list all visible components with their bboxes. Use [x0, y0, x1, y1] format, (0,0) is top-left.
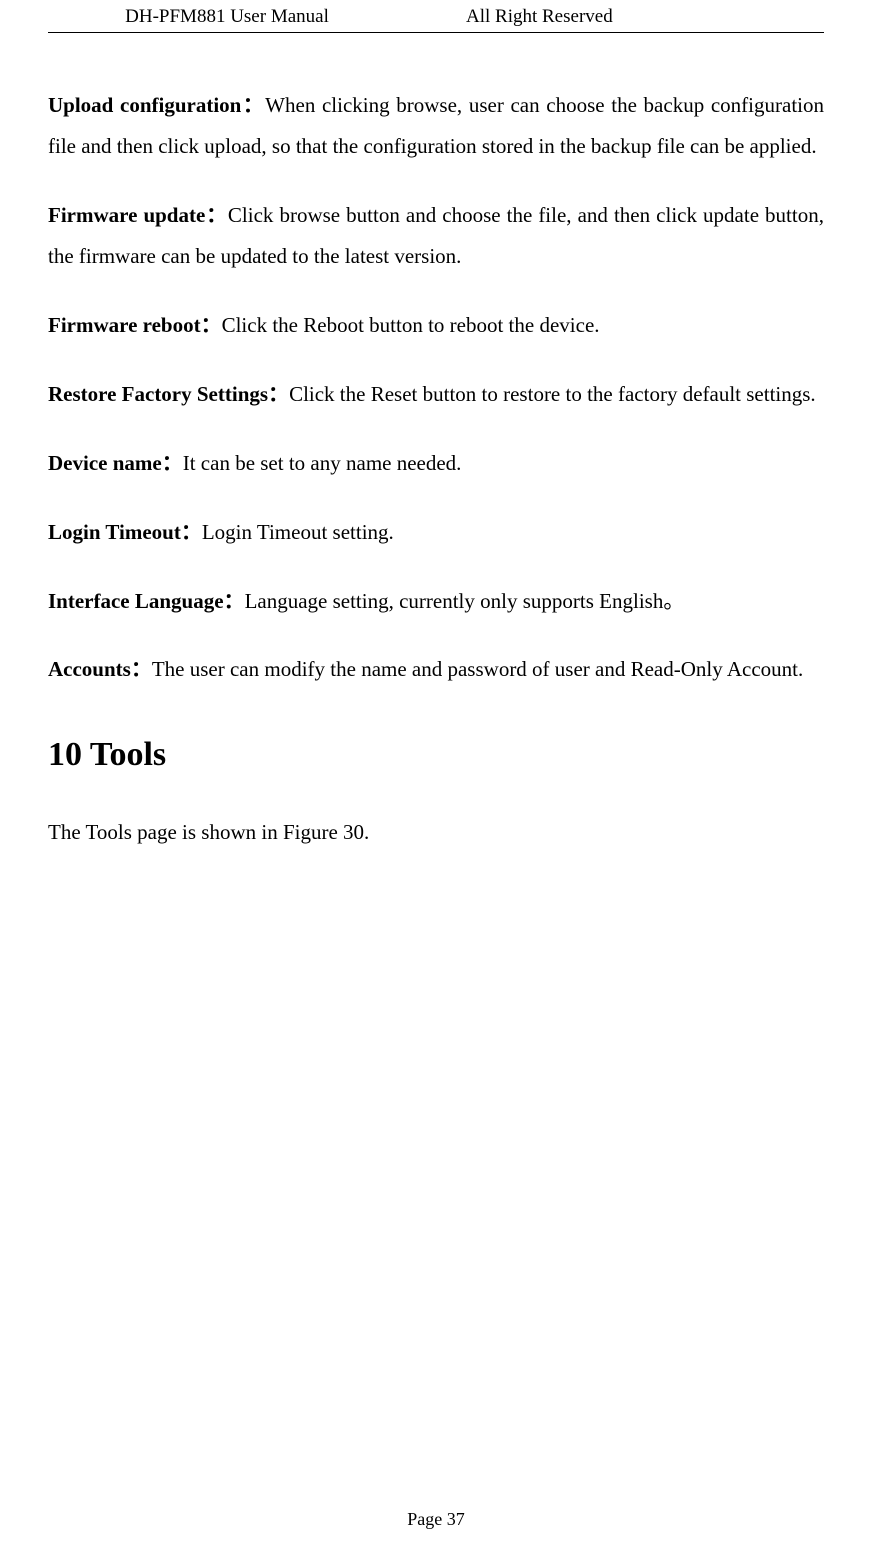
- paragraph-label: Firmware reboot：: [48, 313, 222, 337]
- header-title-left: DH-PFM881 User Manual: [48, 6, 436, 28]
- paragraph-restore-factory: Restore Factory Settings：Click the Reset…: [48, 374, 824, 415]
- header-title-right: All Right Reserved: [436, 6, 824, 28]
- section-intro-text: The Tools page is shown in Figure 30.: [48, 813, 824, 853]
- paragraph-device-name: Device name：It can be set to any name ne…: [48, 443, 824, 484]
- paragraph-firmware-reboot: Firmware reboot：Click the Reboot button …: [48, 305, 824, 346]
- paragraph-text: Language setting, currently only support…: [245, 589, 685, 613]
- paragraph-label: Interface Language：: [48, 589, 245, 613]
- paragraph-label: Upload configuration：: [48, 93, 265, 117]
- paragraph-text: Login Timeout setting.: [202, 520, 394, 544]
- paragraph-text: Click the Reboot button to reboot the de…: [222, 313, 600, 337]
- paragraph-accounts: Accounts：The user can modify the name an…: [48, 649, 824, 690]
- page-header: DH-PFM881 User Manual All Right Reserved: [48, 0, 824, 33]
- paragraph-label: Login Timeout：: [48, 520, 202, 544]
- paragraph-text: It can be set to any name needed.: [183, 451, 462, 475]
- paragraph-interface-language: Interface Language：Language setting, cur…: [48, 581, 824, 622]
- paragraph-upload-configuration: Upload configuration：When clicking brows…: [48, 85, 824, 167]
- section-heading-tools: 10 Tools: [48, 722, 824, 788]
- page-footer: Page 37: [48, 1509, 824, 1558]
- paragraph-text: Click the Reset button to restore to the…: [289, 382, 816, 406]
- paragraph-label: Restore Factory Settings：: [48, 382, 289, 406]
- paragraph-label: Device name：: [48, 451, 183, 475]
- paragraph-firmware-update: Firmware update：Click browse button and …: [48, 195, 824, 277]
- page-content: Upload configuration：When clicking brows…: [48, 33, 824, 1509]
- page-number: Page 37: [407, 1509, 465, 1529]
- paragraph-login-timeout: Login Timeout：Login Timeout setting.: [48, 512, 824, 553]
- paragraph-label: Firmware update：: [48, 203, 228, 227]
- paragraph-label: Accounts：: [48, 657, 152, 681]
- paragraph-text: The user can modify the name and passwor…: [152, 657, 803, 681]
- page-container: DH-PFM881 User Manual All Right Reserved…: [0, 0, 872, 1558]
